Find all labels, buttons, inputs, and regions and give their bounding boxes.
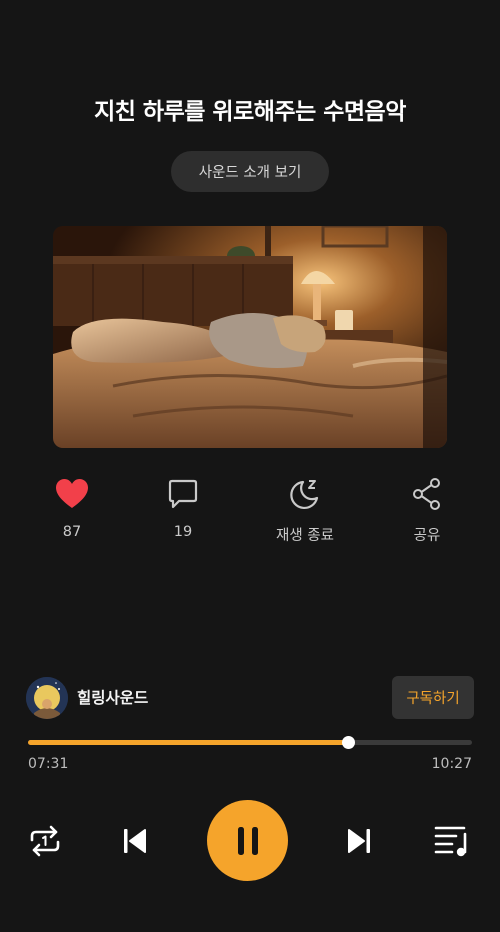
sleep-timer-label: 재생 종료: [276, 528, 334, 544]
channel-avatar[interactable]: [26, 677, 68, 719]
comment-button[interactable]: 19: [128, 476, 238, 540]
like-button[interactable]: 87: [17, 476, 127, 540]
playlist-button[interactable]: [432, 822, 472, 860]
channel-name[interactable]: 힐링사운드: [77, 686, 148, 708]
next-icon: [348, 829, 370, 853]
share-label: 공유: [413, 528, 441, 544]
subscribe-button[interactable]: 구독하기: [392, 676, 474, 719]
player-screen: 지친 하루를 위로해주는 수면음악 사운드 소개 보기 87 19 재생 종료 …: [0, 0, 500, 932]
sleep-timer-button[interactable]: 재생 종료: [250, 476, 360, 545]
pause-button[interactable]: [207, 800, 288, 881]
cover-image: [53, 226, 447, 448]
playback-controls: [0, 800, 500, 881]
heart-icon: [56, 479, 88, 508]
progress-knob[interactable]: [341, 736, 355, 749]
playlist-icon: [434, 826, 467, 857]
previous-icon: [124, 829, 146, 853]
comment-icon: [168, 479, 198, 509]
next-button[interactable]: [340, 822, 378, 860]
total-time: 10:27: [431, 756, 472, 772]
progress-fill: [28, 740, 348, 745]
pause-icon: [237, 826, 258, 855]
moon-sleep-icon: [290, 480, 319, 510]
previous-button[interactable]: [116, 822, 154, 860]
action-bar: 87 19 재생 종료 공유: [0, 476, 500, 556]
repeat-one-icon: [30, 825, 60, 857]
track-title: 지친 하루를 위로해주는 수면음악: [94, 99, 406, 125]
progress-bar[interactable]: [28, 736, 472, 749]
like-count: 87: [62, 524, 82, 540]
repeat-button[interactable]: [26, 822, 64, 860]
comment-count: 19: [173, 524, 193, 540]
current-time: 07:31: [28, 756, 69, 772]
share-icon: [413, 478, 440, 510]
channel-row: 힐링사운드 구독하기: [26, 676, 474, 719]
sound-intro-button[interactable]: 사운드 소개 보기: [171, 151, 329, 192]
share-button[interactable]: 공유: [372, 476, 482, 545]
